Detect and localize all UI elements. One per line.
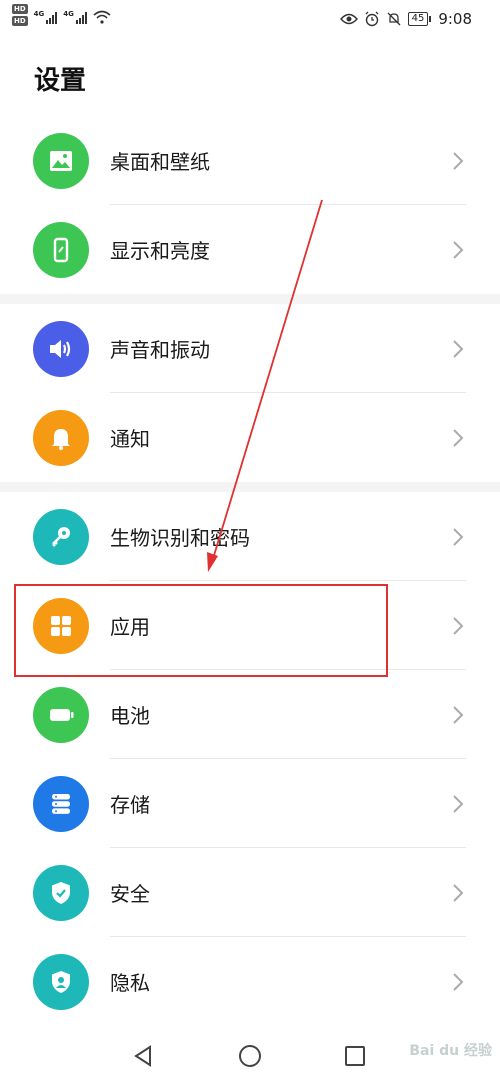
chevron-right-icon bbox=[453, 705, 464, 724]
settings-item-label: 隐私 bbox=[110, 971, 150, 995]
privacy-icon bbox=[52, 970, 70, 993]
settings-item-privacy[interactable]: 隐私 bbox=[0, 937, 500, 1026]
eye-icon bbox=[339, 13, 358, 25]
chevron-right-icon bbox=[453, 151, 464, 170]
settings-item-sound[interactable]: 声音和振动 bbox=[0, 304, 500, 393]
signal-icon: 4G bbox=[63, 10, 87, 24]
recents-icon[interactable] bbox=[344, 1044, 366, 1068]
watermark: Bai du 经验 bbox=[409, 1043, 492, 1059]
chevron-right-icon bbox=[453, 527, 464, 546]
wifi-icon bbox=[93, 10, 111, 24]
clock: 9:08 bbox=[438, 10, 472, 28]
chevron-right-icon bbox=[453, 972, 464, 991]
settings-item-label: 安全 bbox=[110, 882, 150, 906]
settings-item-notifications[interactable]: 通知 bbox=[0, 393, 500, 482]
wallpaper-icon bbox=[50, 150, 72, 171]
hd-badge: HD bbox=[12, 4, 28, 14]
settings-item-label: 桌面和壁纸 bbox=[110, 150, 210, 174]
settings-item-battery[interactable]: 电池 bbox=[0, 670, 500, 759]
display-icon bbox=[53, 237, 69, 262]
icon-circle bbox=[33, 132, 89, 189]
chevron-right-icon bbox=[453, 240, 464, 259]
signal-icon: 4G bbox=[34, 10, 58, 24]
settings-item-label: 电池 bbox=[110, 704, 150, 728]
storage-icon bbox=[52, 793, 70, 814]
settings-item-display[interactable]: 显示和亮度 bbox=[0, 205, 500, 294]
status-bar: HD HD 4G 4G 45 9:08 bbox=[0, 0, 500, 40]
group-separator bbox=[0, 294, 500, 304]
bell-icon bbox=[52, 428, 70, 450]
settings-item-storage[interactable]: 存储 bbox=[0, 759, 500, 848]
chevron-right-icon bbox=[453, 616, 464, 635]
highlight-box bbox=[14, 584, 388, 677]
settings-item-label: 存储 bbox=[110, 793, 150, 817]
settings-item-label: 显示和亮度 bbox=[110, 239, 210, 263]
chevron-right-icon bbox=[453, 339, 464, 358]
settings-item-security[interactable]: 安全 bbox=[0, 848, 500, 937]
mute-bell-icon bbox=[387, 12, 401, 26]
icon-circle bbox=[33, 864, 89, 921]
sound-icon bbox=[50, 339, 71, 358]
icon-circle bbox=[33, 775, 89, 832]
battery-indicator: 45 bbox=[407, 12, 432, 26]
chevron-right-icon bbox=[453, 428, 464, 447]
chevron-right-icon bbox=[453, 883, 464, 902]
settings-item-label: 生物识别和密码 bbox=[110, 526, 250, 550]
group-separator bbox=[0, 482, 500, 492]
page-title: 设置 bbox=[34, 66, 87, 96]
hd-badge: HD bbox=[12, 16, 28, 26]
icon-circle bbox=[33, 320, 89, 377]
home-icon[interactable] bbox=[238, 1044, 262, 1068]
icon-circle bbox=[33, 508, 89, 565]
back-icon[interactable] bbox=[132, 1044, 154, 1068]
icon-circle bbox=[33, 953, 89, 1010]
icon-circle bbox=[33, 221, 89, 278]
key-icon bbox=[52, 526, 70, 547]
battery-icon bbox=[50, 708, 74, 721]
settings-item-label: 声音和振动 bbox=[110, 338, 210, 362]
settings-item-biometrics[interactable]: 生物识别和密码 bbox=[0, 492, 500, 581]
alarm-icon bbox=[365, 11, 379, 27]
icon-circle bbox=[33, 686, 89, 743]
settings-item-wallpaper[interactable]: 桌面和壁纸 bbox=[0, 116, 500, 205]
icon-circle bbox=[33, 409, 89, 466]
shield-check-icon bbox=[52, 881, 70, 904]
settings-list: 桌面和壁纸 显示和亮度 声音和振动 通知 生物识别和密码 应用 电池 存储 安全… bbox=[0, 116, 500, 1026]
settings-item-label: 通知 bbox=[110, 427, 150, 451]
chevron-right-icon bbox=[453, 794, 464, 813]
